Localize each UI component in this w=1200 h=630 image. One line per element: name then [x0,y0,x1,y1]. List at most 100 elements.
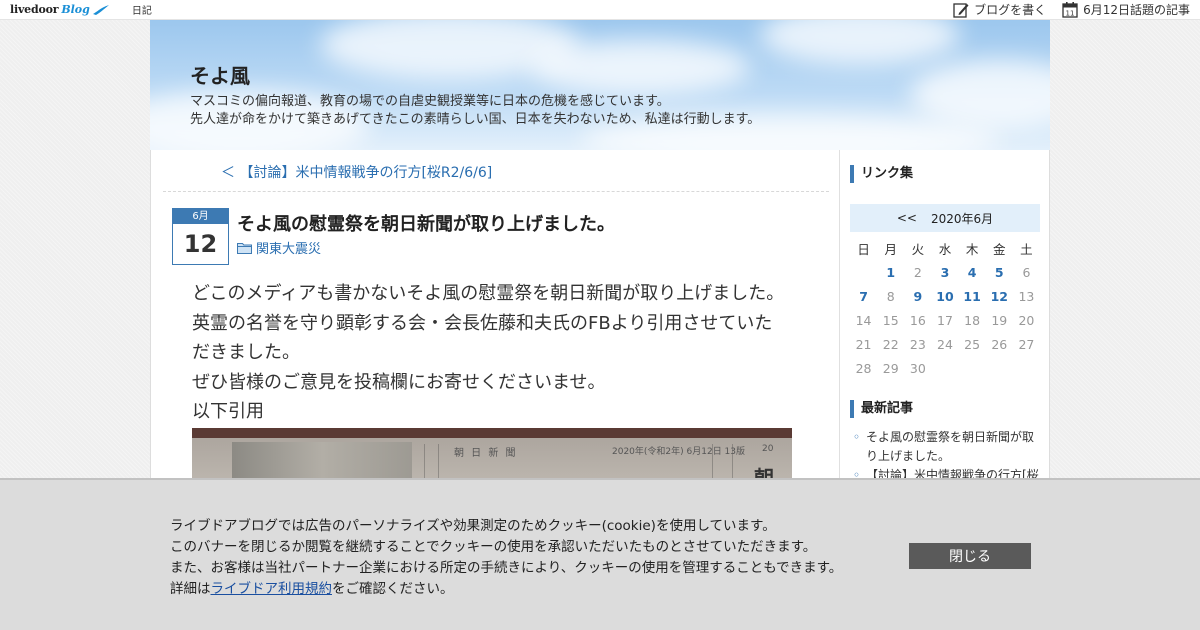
date-day: 12 [183,230,218,258]
calendar-empty-cell [931,356,958,380]
write-blog-link[interactable]: ブログを書く [953,1,1046,18]
calendar-icon-day: 11 [1066,10,1075,18]
recent-article-link[interactable]: そよ風の慰霊祭を朝日新聞が取り上げました。 [866,430,1034,463]
nav-diary-link[interactable]: 日記 [132,2,152,17]
newspaper-date: 2020年(令和2年) 6月12日 13版 [612,447,746,457]
cookie-notice-line: 詳細はライブドア利用規約をご確認ください。 [170,579,842,600]
calendar-day: 8 [886,288,895,304]
top-bar: livedoor Blog 日記 ブログを書く 11 6月12日話題の記事 [0,0,1200,20]
calendar-week: 14 15 16 17 18 19 20 [850,308,1040,332]
calendar-day: 21 [855,336,872,352]
cookie-notice-line: また、お客様は当社パートナー企業における所定の手続きにより、クッキーの使用を管理… [170,560,843,576]
calendar-day: 20 [1018,312,1035,328]
article-body: どこのメディアも書かないそよ風の慰霊祭を朝日新聞が取り上げました。 英霊の名誉を… [192,279,792,427]
calendar-month-label: 2020年6月 [930,211,994,226]
calendar-week: 21 22 23 24 25 26 27 [850,332,1040,356]
article-title[interactable]: そよ風の慰霊祭を朝日新聞が取り上げました。 [237,210,615,236]
topic-articles-link[interactable]: 11 6月12日話題の記事 [1062,1,1190,18]
article-category-label: 関東大震災 [256,242,322,257]
weekday-header: 水 [938,241,952,257]
weekday-header: 月 [884,241,897,257]
date-badge: 6月 12 [172,208,229,265]
weekday-header: 木 [965,241,979,257]
weekday-header: 金 [993,241,1006,257]
cookie-close-button[interactable]: 閉じる [909,543,1031,569]
calendar-prev-month[interactable]: << [897,211,917,225]
calendar-day: 19 [991,312,1008,328]
header-cloud [910,60,1050,130]
terms-link[interactable]: ライブドア利用規約 [211,581,333,597]
links-heading: リンク集 [850,165,913,183]
cookie-notice-line: ライブドアブログでは広告のパーソナライズや効果測定のためクッキー(cookie)… [170,518,776,534]
calendar-day: 27 [1018,336,1035,352]
calendar-week: 28 29 30 [850,356,1040,380]
calendar-day: 15 [882,312,899,328]
livedoor-blog-logo[interactable]: livedoor Blog [10,0,110,20]
calendar-empty-cell [850,260,877,284]
calendar-grid: 日 月 火 水 木 金 土 1 2 3 4 5 6 7 8 9 10 11 12 13 14 15 16 17 1… [850,236,1040,380]
header-cloud [530,40,750,95]
recent-articles-heading: 最新記事 [850,400,913,418]
calendar-empty-cell [959,356,986,380]
body-paragraph: だきました。 [192,342,300,363]
calendar-day: 22 [882,336,899,352]
previous-article-link[interactable]: ＜ 【討論】米中情報戦争の行方[桜R2/6/6] [221,162,492,182]
article-category-link[interactable]: 関東大震災 [237,238,321,257]
calendar-day: 24 [937,336,953,352]
calendar-day[interactable]: 5 [986,260,1013,284]
newspaper-masthead: 朝 日 新 聞 [454,448,518,459]
calendar-day: 17 [937,312,953,328]
newspaper-page: 20 [762,444,774,454]
weekday-header: 日 [857,241,870,257]
topbar-actions: ブログを書く 11 6月12日話題の記事 [937,0,1190,20]
cookie-notice-text: ライブドアブログでは広告のパーソナライズや効果測定のためクッキー(cookie)… [170,516,842,600]
calendar-day: 26 [991,336,1008,352]
blog-header: そよ風 マスコミの偏向報道、教育の場での自虐史観授業等に日本の危機を感じています… [150,20,1050,150]
calendar-day: 29 [882,360,899,376]
calendar-day[interactable]: 7 [850,284,877,308]
calendar-day: 16 [909,312,926,328]
calendar-day[interactable]: 1 [877,260,904,284]
weekday-header: 火 [911,241,925,257]
calendar-day[interactable]: 11 [959,284,986,308]
calendar-day: 23 [909,336,926,352]
calendar-day[interactable]: 12 [986,284,1013,308]
divider [163,191,829,192]
calendar-day[interactable]: 10 [931,284,958,308]
calendar: << 2020年6月 日 月 火 水 木 金 土 1 2 3 4 5 6 7 8 9 10 11 12… [850,204,1040,380]
calendar-day: 13 [1018,288,1035,304]
body-paragraph: 英霊の名誉を守り顕彰する会・会長佐藤和夫氏のFBより引用させていた [192,312,773,334]
list-item: そよ風の慰霊祭を朝日新聞が取り上げました。 [850,428,1042,466]
calendar-day[interactable]: 4 [959,260,986,284]
calendar-day: 25 [964,336,981,352]
calendar-day[interactable]: 9 [904,284,931,308]
calendar-empty-cell [986,356,1013,380]
logo-text: livedoor [10,3,59,16]
pencil-icon [953,2,969,18]
calendar-day: 6 [1022,264,1031,280]
calendar-empty-cell [1013,356,1040,380]
calendar-day: 2 [913,264,922,280]
calendar-day: 18 [964,312,981,328]
cookie-detail-prefix: 詳細は [170,581,211,597]
bird-icon [92,4,109,15]
cookie-detail-suffix: をご確認ください。 [332,581,454,597]
calendar-day[interactable]: 3 [931,260,958,284]
blog-title[interactable]: そよ風 [190,60,250,89]
date-month: 6月 [173,209,228,224]
image-dark-strip [192,428,792,438]
weekday-header: 土 [1020,241,1033,257]
blog-description-line: マスコミの偏向報道、教育の場での自虐史観授業等に日本の危機を感じています。 [190,94,670,109]
calendar-header: << 2020年6月 [850,204,1040,232]
folder-icon [237,242,252,254]
calendar-day: 30 [909,360,926,376]
body-paragraph: どこのメディアも書かないそよ風の慰霊祭を朝日新聞が取り上げました。 [192,283,785,304]
body-paragraph: 以下引用 [192,401,264,422]
header-cloud [760,20,960,65]
blog-description-line: 先人達が命をかけて築きあげてきたこの素晴らしい国、日本を失わないため、私達は行動… [190,112,761,127]
body-paragraph: ぜひ皆様のご意見を投稿欄にお寄せくださいませ。 [192,371,606,393]
cookie-banner: ライブドアブログでは広告のパーソナライズや効果測定のためクッキー(cookie)… [0,478,1200,630]
calendar-week: 7 8 9 10 11 12 13 [850,284,1040,308]
calendar-day: 28 [855,360,872,376]
topic-articles-label: 6月12日話題の記事 [1083,3,1190,17]
